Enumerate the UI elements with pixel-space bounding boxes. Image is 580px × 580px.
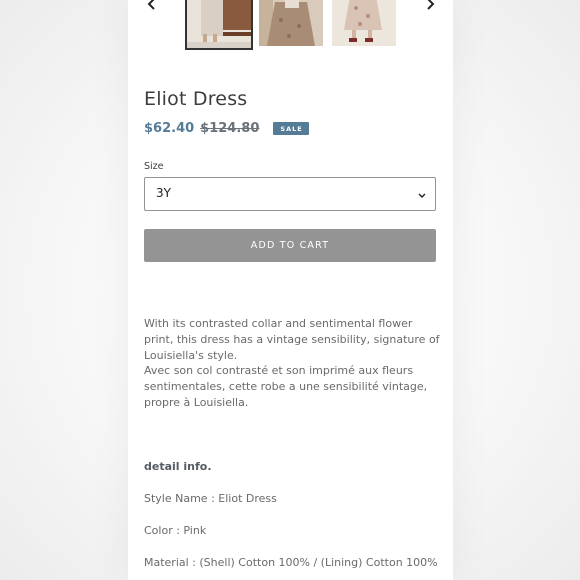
size-label: Size (144, 161, 164, 172)
add-to-cart-button[interactable]: ADD TO CART (144, 229, 436, 262)
sale-badge: SALE (273, 121, 309, 135)
gallery-thumbnail[interactable] (259, 0, 323, 46)
sale-price: $62.40 (144, 120, 195, 136)
detail-heading: detail info. (144, 460, 212, 473)
chevron-right-icon[interactable] (424, 0, 436, 14)
image-gallery (128, 0, 453, 52)
description-english: With its contrasted collar and sentiment… (144, 317, 440, 362)
detail-style-name: Style Name : Eliot Dress (144, 492, 277, 505)
original-price: $124.80 (200, 120, 260, 136)
detail-material: Material : (Shell) Cotton 100% / (Lining… (144, 556, 438, 569)
chevron-down-icon (417, 187, 427, 199)
gallery-thumbnail[interactable] (332, 0, 396, 46)
chevron-left-icon[interactable] (146, 0, 158, 14)
gallery-thumbnail[interactable] (185, 0, 253, 50)
size-select-value: 3Y (156, 186, 171, 200)
detail-color: Color : Pink (144, 524, 207, 537)
product-panel: Eliot Dress $62.40 $124.80 SALE Size 3Y … (128, 0, 453, 580)
price-row: $62.40 $124.80 SALE (144, 118, 309, 138)
size-select[interactable]: 3Y (144, 177, 436, 211)
product-title: Eliot Dress (144, 88, 248, 110)
description-french: Avec son col contrasté et son imprimé au… (144, 364, 428, 409)
